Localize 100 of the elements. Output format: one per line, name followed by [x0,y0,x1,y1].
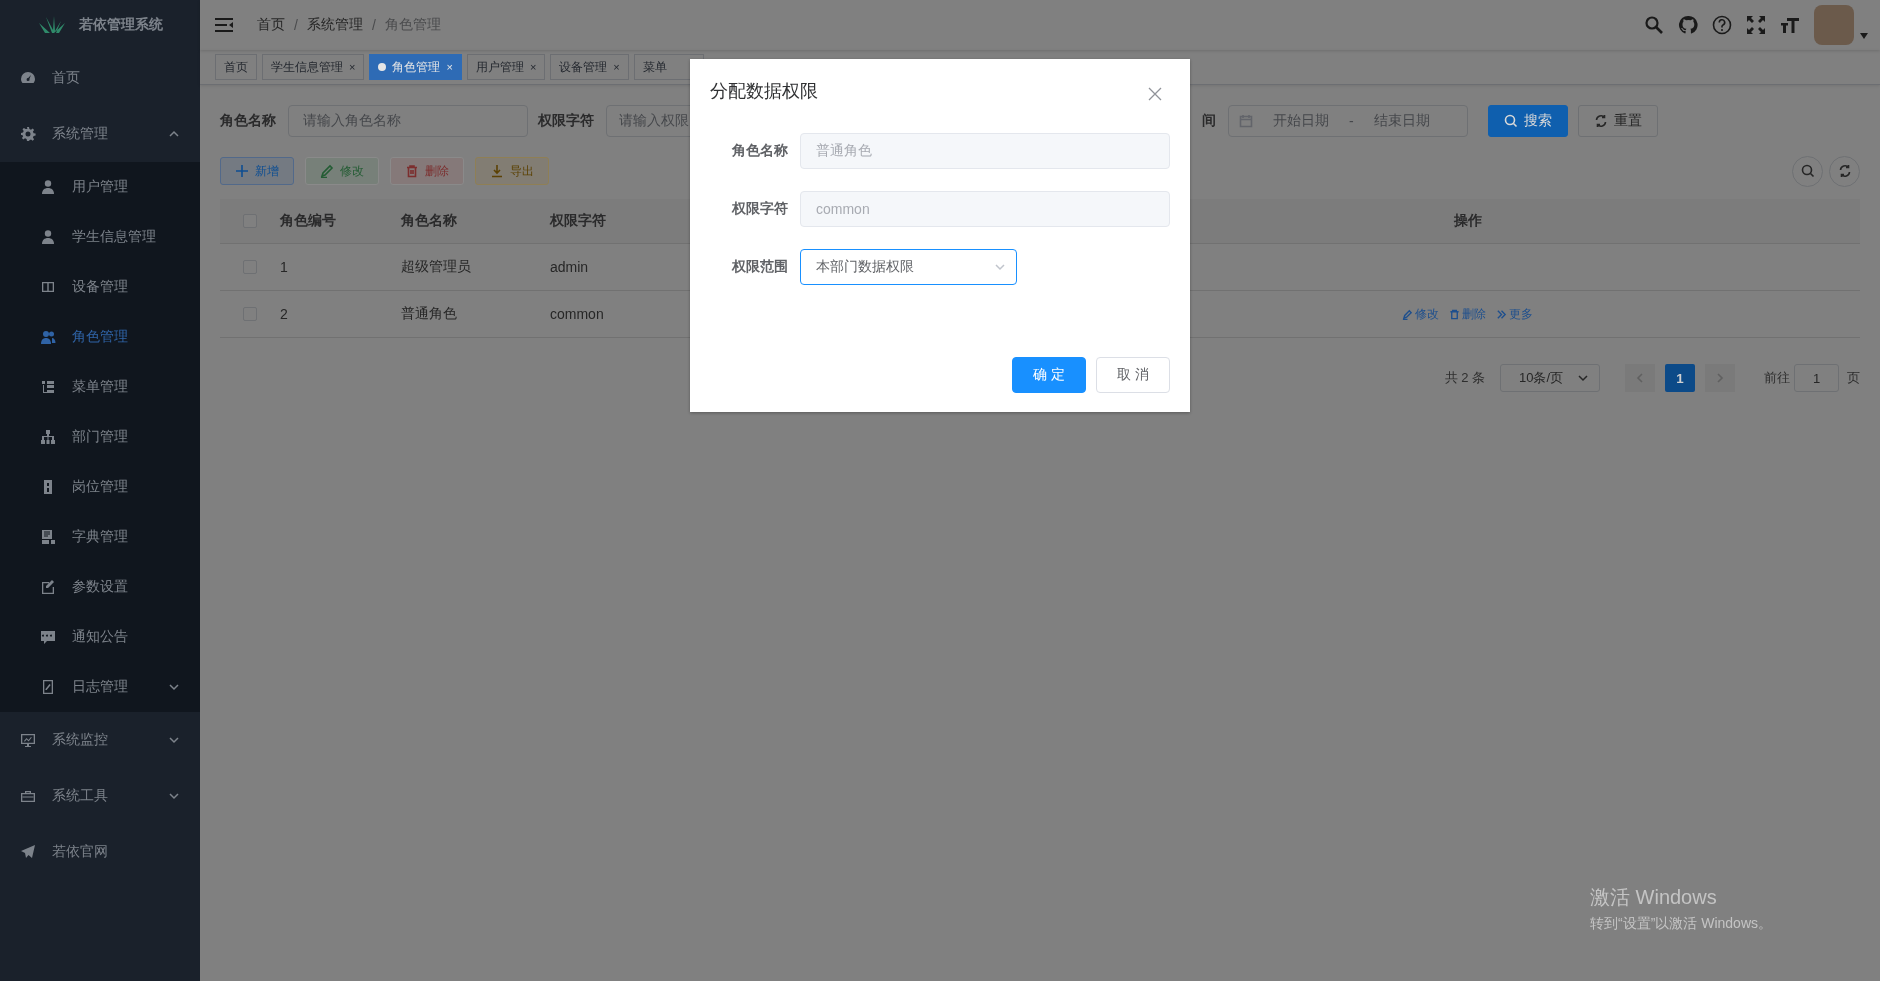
tab[interactable]: 学生信息管理 × [262,54,365,80]
activation-hint: 转到“设置”以激活 Windows。 [1590,915,1772,933]
menu-item[interactable]: 菜单管理 [0,362,200,412]
double-chevron-icon [1496,308,1507,320]
pencil-icon [1402,308,1413,320]
menu-item[interactable]: 岗位管理 [0,462,200,512]
field-label: 角色名称 [731,142,789,160]
search-icon [1800,164,1815,178]
field-label: 权限字符 [731,200,789,218]
active-dot-icon [378,63,387,71]
menu-item[interactable]: 系统管理 [0,106,200,162]
field-label: 权限范围 [731,258,789,276]
menu-item[interactable]: 学生信息管理 [0,212,200,262]
hierarchy-icon [40,429,56,445]
breadcrumb-item[interactable]: 系统管理 [306,16,363,34]
fullscreen-icon[interactable] [1746,15,1766,35]
toggle-search-button[interactable] [1792,155,1823,187]
breadcrumb-item[interactable]: 首页 [257,16,285,34]
paper-plane-icon [20,844,36,860]
menu-item[interactable]: 用户管理 [0,162,200,212]
search-button[interactable]: 搜索 [1488,105,1568,137]
menu-item[interactable]: 日志管理 [0,662,200,712]
table-cell: 超级管理员 [401,244,550,291]
chat-icon [40,629,56,645]
page-size-select[interactable]: 10条/页 [1500,364,1600,392]
gear-icon [20,126,36,142]
reset-button[interactable]: 重置 [1578,105,1658,137]
menu-item[interactable]: 若依官网 [0,824,200,880]
refresh-icon [1594,114,1608,128]
monitor-icon [20,732,36,748]
goto-label: 前往 [1764,369,1790,387]
menu-item[interactable]: 系统监控 [0,712,200,768]
page-suffix: 页 [1847,369,1860,387]
menu-item[interactable]: 通知公告 [0,612,200,662]
column-header: 操作 [1190,199,1745,244]
text-size-icon[interactable] [1780,15,1800,35]
search-icon[interactable] [1644,15,1664,35]
column-header: 角色名称 [401,199,550,244]
panel-icon [40,279,56,295]
breadcrumb-separator: / [371,17,376,33]
table-cell: 1 [280,244,401,291]
select-field[interactable]: 本部门数据权限 [800,249,1017,285]
gauge-icon [20,70,36,86]
field-label: 权限字符 [538,112,595,130]
activation-title: 激活 Windows [1590,885,1718,910]
search-icon [1504,114,1518,128]
menu-item[interactable]: 设备管理 [0,262,200,312]
chevron-down-icon [1577,372,1589,384]
chevron-down-icon [994,261,1006,273]
close-icon[interactable] [1148,87,1162,101]
trash-icon [1449,308,1460,320]
tab[interactable]: 角色管理 × [369,54,462,80]
page-number[interactable]: 1 [1665,364,1695,392]
toolbox-icon [20,788,36,804]
total-count: 共 2 条 [1444,369,1485,387]
cat-logo-icon[interactable] [1678,15,1698,35]
column-header: 权限字符 [550,199,690,244]
action-link[interactable]: 删除 [1449,305,1486,323]
table-cell: 普通角色 [401,291,550,338]
menu-item[interactable]: 部门管理 [0,412,200,462]
pencil-icon [320,164,334,178]
toolbar-button[interactable]: 导出 [475,157,549,185]
input-field[interactable]: 请输入角色名称 [288,105,528,137]
action-link[interactable]: 修改 [1402,305,1439,323]
book-icon [40,529,56,545]
chevron-down-icon [168,790,180,802]
menu-item[interactable]: 角色管理 [0,312,200,362]
date-range-field[interactable]: 开始日期 - 结束日期 [1228,105,1468,137]
field-label: 间 [1202,112,1217,130]
plus-icon [235,164,249,178]
chevron-down-icon [168,681,180,693]
calendar-icon [1239,114,1253,128]
close-icon[interactable]: × [613,61,620,73]
tab[interactable]: 设备管理 × [550,54,629,80]
menu-item[interactable]: 参数设置 [0,562,200,612]
person-icon [40,179,56,195]
menu-item[interactable]: 首页 [0,50,200,106]
menu-item[interactable]: 系统工具 [0,768,200,824]
trash-icon [405,164,419,178]
close-icon[interactable]: × [349,61,356,73]
tab[interactable]: 首页 [215,54,257,80]
refresh-button[interactable] [1829,155,1860,187]
field-label: 角色名称 [220,112,277,130]
confirm-button[interactable]: 确 定 [1012,357,1086,393]
page-input[interactable]: 1 [1794,364,1839,392]
action-link[interactable]: 更多 [1496,305,1533,323]
breadcrumb-separator: / [294,17,298,33]
tab[interactable]: 用户管理 × [466,54,546,80]
close-icon[interactable]: × [529,61,537,73]
dialog-title: 分配数据权限 [710,80,818,103]
menu-item[interactable]: 字典管理 [0,512,200,562]
cancel-button[interactable]: 取 消 [1096,357,1170,393]
help-icon[interactable] [1712,15,1732,35]
refresh-icon [1837,164,1852,178]
person-icon [40,229,56,245]
close-icon[interactable]: × [446,61,453,73]
app-title: 若依管理系统 [79,16,163,34]
caret-icon [1860,33,1868,39]
table-cell: 2 [280,291,401,338]
download-icon [490,164,504,178]
